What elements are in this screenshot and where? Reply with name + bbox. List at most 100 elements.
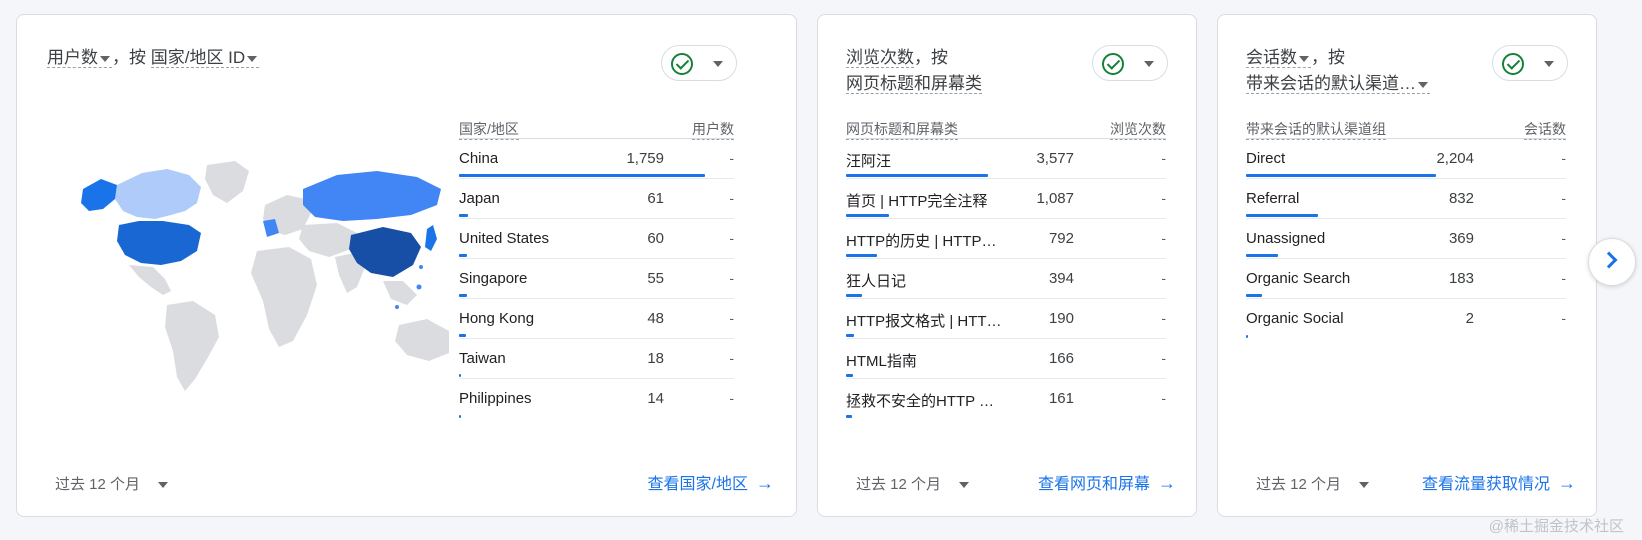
view-acquisition-link[interactable]: 查看流量获取情况 → (1422, 470, 1576, 494)
table-header: 带来会话的默认渠道组 会话数 (1246, 111, 1566, 140)
table-body: China 1,759- Japan 61- United States 60- Singa… (459, 139, 734, 419)
metric-selector[interactable]: 浏览次数 (846, 48, 914, 68)
table-row[interactable]: 首页 | HTTP完全注释 1,087 - (846, 179, 1166, 219)
row-share-bar (459, 214, 468, 217)
comparison-toggle[interactable] (1492, 45, 1568, 81)
view-countries-link[interactable]: 查看国家/地区 → (648, 470, 774, 494)
row-share-bar (1246, 214, 1318, 217)
row-comparison-value: - (729, 190, 734, 206)
chevron-down-icon (1544, 61, 1554, 67)
row-share-bar (846, 334, 854, 337)
table-row[interactable]: HTML指南 166 - (846, 339, 1166, 379)
next-card-button[interactable] (1588, 238, 1636, 286)
table-row[interactable]: Taiwan 18 - (459, 339, 734, 379)
table-row[interactable]: China 1,759 - (459, 139, 734, 179)
metric-selector[interactable]: 用户数 (47, 48, 112, 68)
row-comparison-value: - (1161, 390, 1166, 406)
table-row[interactable]: HTTP的历史 | HTTP… 792 - (846, 219, 1166, 259)
arrow-right-icon: → (756, 473, 774, 493)
row-comparison-value: - (1161, 190, 1166, 206)
chevron-down-icon (1299, 55, 1309, 62)
date-range-selector[interactable]: 过去 12 个月 (55, 473, 170, 494)
chevron-down-icon (1359, 482, 1370, 489)
map-region-alaska (81, 179, 117, 211)
table-row[interactable]: Unassigned 369 - (1246, 219, 1566, 259)
card-title: 用户数 ，按 国家/地区 ID (47, 45, 260, 71)
row-metric-value: 3,577 (1036, 150, 1074, 167)
metric-selector[interactable]: 会话数 (1246, 48, 1311, 68)
column-header-views[interactable]: 浏览次数 (1110, 119, 1166, 140)
row-metric-value: 48 (647, 310, 664, 327)
row-comparison-value: - (1161, 350, 1166, 366)
row-share-bar (459, 374, 461, 377)
table-row[interactable]: HTTP报文格式 | HTT… 190 - (846, 299, 1166, 339)
column-header-page-title[interactable]: 网页标题和屏幕类 (846, 119, 958, 140)
comparison-toggle[interactable] (1092, 45, 1168, 81)
table-row[interactable]: Referral 832 - (1246, 179, 1566, 219)
map-region-greenland (205, 161, 249, 203)
row-dimension-value: HTML指南 (846, 353, 917, 370)
table-row[interactable]: Organic Search 183 - (1246, 259, 1566, 299)
table-row[interactable]: Japan 61 - (459, 179, 734, 219)
row-share-bar (846, 254, 877, 257)
column-header-sessions[interactable]: 会话数 (1524, 119, 1566, 140)
map-region-united-states (117, 221, 201, 265)
map-region-africa (251, 247, 317, 347)
table-row[interactable]: 拯救不安全的HTTP … 161 - (846, 379, 1166, 419)
chevron-down-icon (959, 482, 970, 489)
map-region-russia (303, 171, 441, 221)
table-row[interactable]: Organic Social 2 - (1246, 299, 1566, 339)
dimension-selector[interactable]: 带来会话的默认渠道… (1246, 74, 1430, 94)
map-region-south-america (165, 301, 219, 391)
table-row[interactable]: United States 60 - (459, 219, 734, 259)
comparison-toggle[interactable] (661, 45, 737, 81)
row-share-bar (846, 294, 862, 297)
table-body: 汪阿汪 3,577- 首页 | HTTP完全注释 1,087- HTTP的历史 | HT… (846, 139, 1166, 419)
users-by-country-card: 用户数 ，按 国家/地区 ID 国家/地区 用户数 China 1,759 - … (16, 14, 797, 517)
row-metric-value: 18 (647, 350, 664, 367)
view-pages-link[interactable]: 查看网页和屏幕 → (1038, 470, 1176, 494)
dimension-selector[interactable]: 国家/地区 ID (150, 48, 260, 68)
row-metric-value: 2,204 (1436, 150, 1474, 167)
column-header-channel-group[interactable]: 带来会话的默认渠道组 (1246, 119, 1386, 140)
row-comparison-value: - (1161, 310, 1166, 326)
map-region-singapore (395, 305, 399, 309)
row-metric-value: 61 (647, 190, 664, 207)
table-row[interactable]: Singapore 55 - (459, 259, 734, 299)
column-header-users[interactable]: 用户数 (692, 119, 734, 140)
watermark: @稀土掘金技术社区 (1488, 518, 1624, 535)
views-by-page-card: 浏览次数，按 网页标题和屏幕类 网页标题和屏幕类 浏览次数 汪阿汪 3,577- 首… (817, 14, 1197, 517)
row-comparison-value: - (729, 270, 734, 286)
row-comparison-value: - (729, 230, 734, 246)
row-metric-value: 832 (1448, 190, 1474, 207)
table-row[interactable]: Direct 2,204 - (1246, 139, 1566, 179)
check-circle-icon (1102, 53, 1124, 75)
row-metric-value: 166 (1048, 350, 1074, 367)
row-metric-value: 1,087 (1036, 190, 1074, 207)
table-row[interactable]: Philippines 14 - (459, 379, 734, 419)
row-comparison-value: - (1561, 310, 1566, 326)
row-dimension-value: Japan (459, 190, 500, 207)
map-region-central-asia (299, 223, 357, 257)
chevron-down-icon (1418, 81, 1428, 88)
row-metric-value: 2 (1465, 310, 1474, 327)
date-range-selector[interactable]: 过去 12 个月 (856, 473, 971, 494)
row-dimension-value: Organic Search (1246, 270, 1351, 287)
pages-table: 网页标题和屏幕类 浏览次数 汪阿汪 3,577 - 首页 | HTTP完全注释 1,08… (846, 111, 1166, 419)
map-region-southeast-asia (383, 281, 417, 305)
row-share-bar (846, 374, 853, 377)
check-circle-icon (1502, 53, 1524, 75)
dimension-selector[interactable]: 网页标题和屏幕类 (846, 74, 982, 94)
row-metric-value: 60 (647, 230, 664, 247)
column-header-country[interactable]: 国家/地区 (459, 119, 519, 140)
row-comparison-value: - (729, 150, 734, 166)
map-region-japan (425, 225, 437, 251)
chevron-down-icon (100, 55, 110, 62)
table-row[interactable]: 汪阿汪 3,577 - (846, 139, 1166, 179)
title-separator: ，按 (914, 48, 948, 67)
date-range-selector[interactable]: 过去 12 个月 (1256, 473, 1371, 494)
row-comparison-value: - (1561, 230, 1566, 246)
table-row[interactable]: 狂人日记 394 - (846, 259, 1166, 299)
row-comparison-value: - (1561, 270, 1566, 286)
table-row[interactable]: Hong Kong 48 - (459, 299, 734, 339)
